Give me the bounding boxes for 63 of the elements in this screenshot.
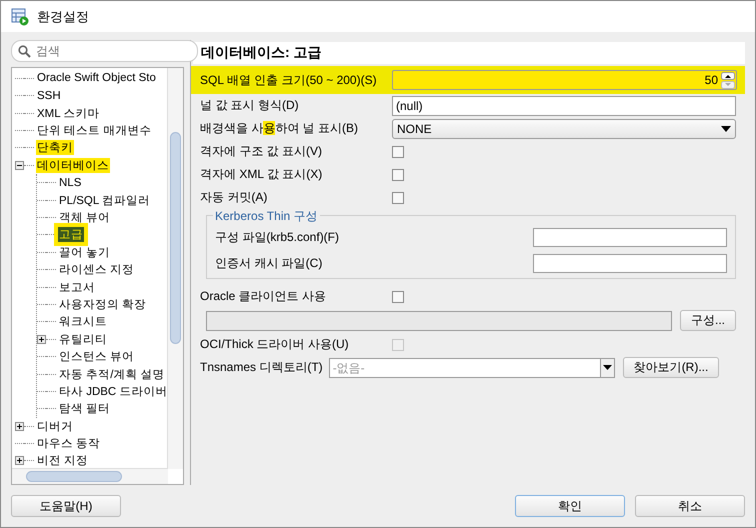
group-title: Kerberos Thin 구성 [213, 208, 320, 225]
tree-item[interactable]: NLS [58, 176, 82, 189]
tree-item[interactable]: 보고서 [58, 280, 96, 295]
dropdown-button[interactable] [600, 358, 615, 378]
horizontal-scrollbar[interactable] [12, 468, 168, 484]
tree-item[interactable]: 디버거 [36, 418, 74, 434]
tree-item[interactable]: 자동 추적/계획 설명 [58, 366, 166, 382]
tree-item[interactable]: 유틸리티 [58, 332, 108, 347]
search-field[interactable]: 검색 [11, 40, 198, 62]
tree-item[interactable]: 고급 [58, 227, 84, 242]
checkbox[interactable] [392, 168, 404, 180]
setting-label: 배경색을 사용하여 널 표시(B) [200, 120, 360, 137]
setting-label: OCI/Thick 드라이버 사용(U) [200, 336, 350, 353]
app-icon [11, 8, 29, 26]
tree-item[interactable]: 사용자정의 확장 [58, 296, 148, 312]
text-field[interactable]: (null) [392, 96, 736, 116]
tree-item[interactable]: 마우스 동작 [36, 436, 102, 452]
expand-icon[interactable] [15, 422, 24, 431]
tree-item[interactable]: XML 스키마 [36, 106, 100, 121]
ok-button[interactable]: 확인 [515, 495, 625, 517]
field-label: 인증서 캐시 파일(C) [215, 254, 322, 272]
text-field[interactable] [533, 254, 727, 272]
collapse-icon[interactable] [15, 160, 24, 170]
tree-item[interactable]: 인스턴스 뷰어 [58, 349, 136, 364]
tree-item[interactable]: 단축키 [36, 140, 74, 156]
tree-item[interactable]: 탐색 필터 [58, 401, 112, 416]
setting-label: 널 값 표시 형식(D) [200, 97, 300, 114]
tree-item[interactable]: 데이터베이스 [36, 158, 110, 173]
panel-title: 데이터베이스: 고급 [193, 42, 745, 64]
window-title: 환경설정 [37, 8, 89, 26]
tree-item[interactable]: 단위 테스트 매개변수 [36, 123, 152, 138]
tree-item[interactable]: SSH [36, 90, 62, 102]
checkbox[interactable] [392, 290, 404, 302]
expand-icon[interactable] [37, 334, 46, 344]
tree-item[interactable]: 타사 JDBC 드라이버 [58, 384, 168, 399]
text-field[interactable] [533, 228, 727, 246]
setting-label: 격자에 구조 값 표시(V) [200, 143, 323, 160]
dropdown[interactable]: NONE [392, 118, 736, 138]
browse-button[interactable]: 찾아보기(R)... [622, 357, 720, 378]
setting-label: Tnsnames 디렉토리(T) [200, 359, 323, 376]
setting-label: 자동 커밋(A) [200, 189, 268, 206]
tree-item[interactable]: PL/SQL 컴파일러 [58, 192, 152, 208]
tree-item[interactable]: 객체 뷰어 [58, 210, 112, 226]
combo-field[interactable]: -없음- [328, 358, 601, 378]
caret-icon [721, 126, 731, 132]
vertical-scrollbar[interactable] [167, 68, 183, 469]
tree-item[interactable]: Oracle Swift Object Sto [36, 72, 157, 84]
help-button[interactable]: 도움말(H) [11, 495, 121, 517]
number-field[interactable]: 50 [392, 70, 737, 90]
expand-icon[interactable] [15, 456, 24, 466]
tree-item[interactable]: 라이센스 지정 [58, 262, 136, 278]
setting-label: Oracle 클라이언트 사용 [200, 288, 328, 305]
field-label: 구성 파일(krb5.conf)(F) [215, 228, 340, 246]
checkbox[interactable] [392, 192, 404, 204]
tree-item[interactable]: 비전 지정 [36, 453, 90, 468]
tree-item[interactable]: 워크시트 [58, 314, 108, 330]
cancel-button[interactable]: 취소 [635, 495, 745, 517]
caret-icon [602, 365, 612, 370]
setting-label: 격자에 XML 값 표시(X) [200, 166, 324, 183]
search-icon [18, 45, 31, 58]
tree-item[interactable]: 끌어 놓기 [58, 244, 112, 260]
setting-label: SQL 배열 인출 크기(50 ~ 200)(S) [200, 72, 378, 88]
checkbox[interactable] [392, 146, 404, 158]
